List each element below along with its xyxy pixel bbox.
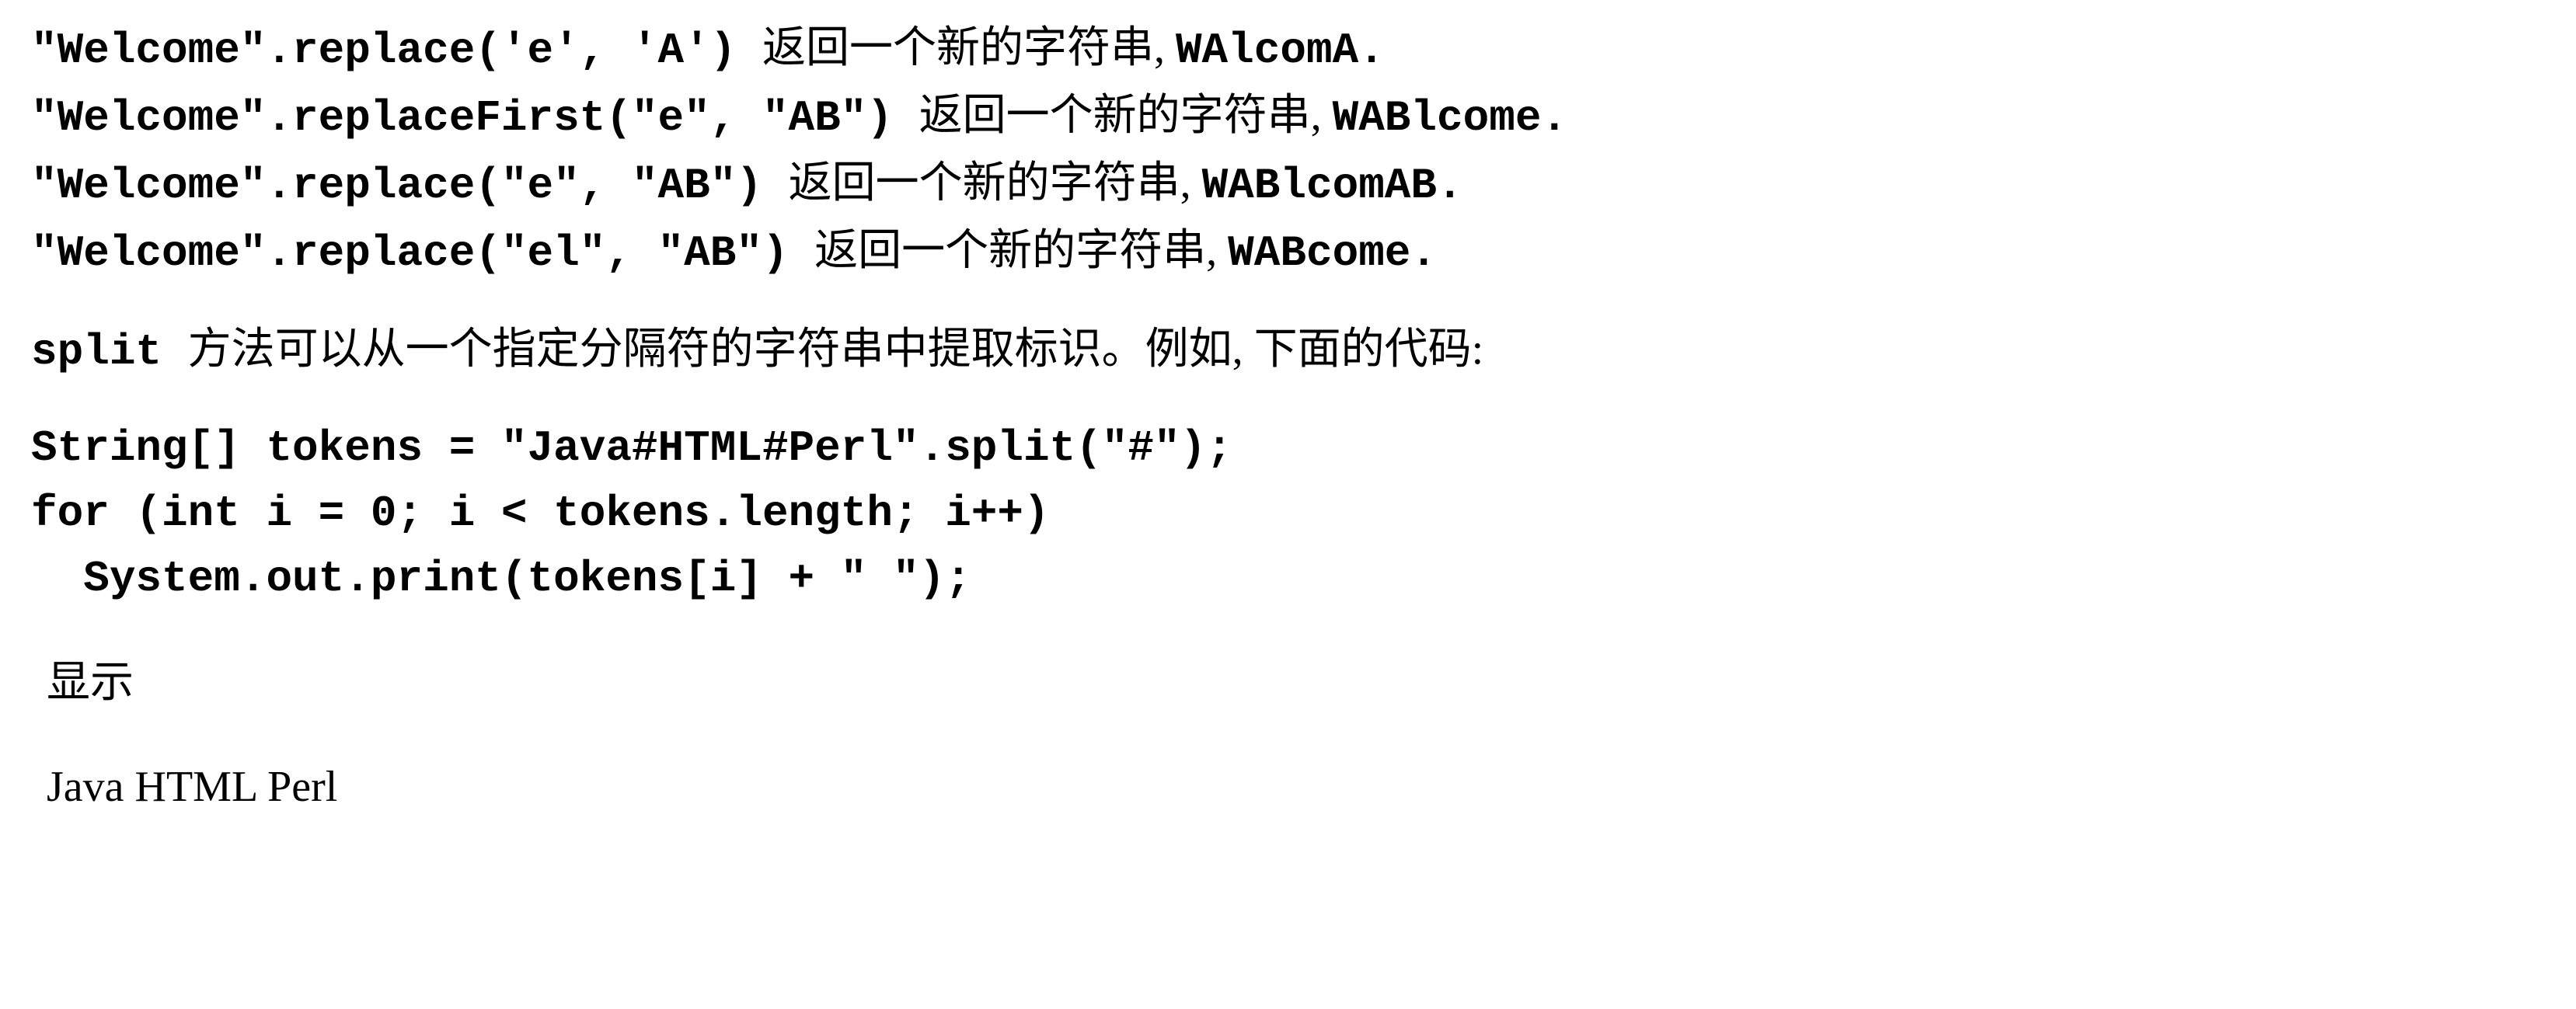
code-line-2: for (int i = 0; i < tokens.length; i++)	[31, 481, 2545, 546]
code-expression: "Welcome".replaceFirst("e", "AB")	[31, 93, 919, 143]
paragraph-text: 方法可以从一个指定分隔符的字符串中提取标识。例如, 下面的代码:	[188, 325, 1484, 374]
description-text: 返回一个新的字符串,	[762, 24, 1176, 72]
description-text: 返回一个新的字符串,	[789, 159, 1202, 207]
output-label: 显示	[47, 650, 2545, 715]
result-text: WABlcomAB.	[1202, 161, 1463, 210]
code-expression: "Welcome".replace('e', 'A')	[31, 26, 762, 75]
description-text: 返回一个新的字符串,	[814, 227, 1228, 275]
result-text: WABlcome.	[1333, 93, 1567, 143]
code-expression: "Welcome".replace("e", "AB")	[31, 161, 789, 210]
code-line-3: System.out.print(tokens[i] + " ");	[31, 546, 2545, 611]
split-keyword: split	[31, 327, 188, 377]
example-line-3: "Welcome".replace("e", "AB") 返回一个新的字符串, …	[31, 151, 2545, 218]
result-text: WABcome.	[1228, 228, 1437, 278]
result-text: WAlcomA.	[1176, 26, 1385, 75]
example-line-1: "Welcome".replace('e', 'A') 返回一个新的字符串, W…	[31, 16, 2545, 83]
output-text: Java HTML Perl	[47, 754, 2545, 819]
code-block: String[] tokens = "Java#HTML#Perl".split…	[31, 416, 2545, 611]
split-description-paragraph: split 方法可以从一个指定分隔符的字符串中提取标识。例如, 下面的代码:	[31, 317, 2545, 384]
description-text: 返回一个新的字符串,	[919, 92, 1333, 140]
code-line-1: String[] tokens = "Java#HTML#Perl".split…	[31, 416, 2545, 481]
example-line-2: "Welcome".replaceFirst("e", "AB") 返回一个新的…	[31, 83, 2545, 151]
code-expression: "Welcome".replace("el", "AB")	[31, 228, 814, 278]
example-line-4: "Welcome".replace("el", "AB") 返回一个新的字符串,…	[31, 218, 2545, 286]
